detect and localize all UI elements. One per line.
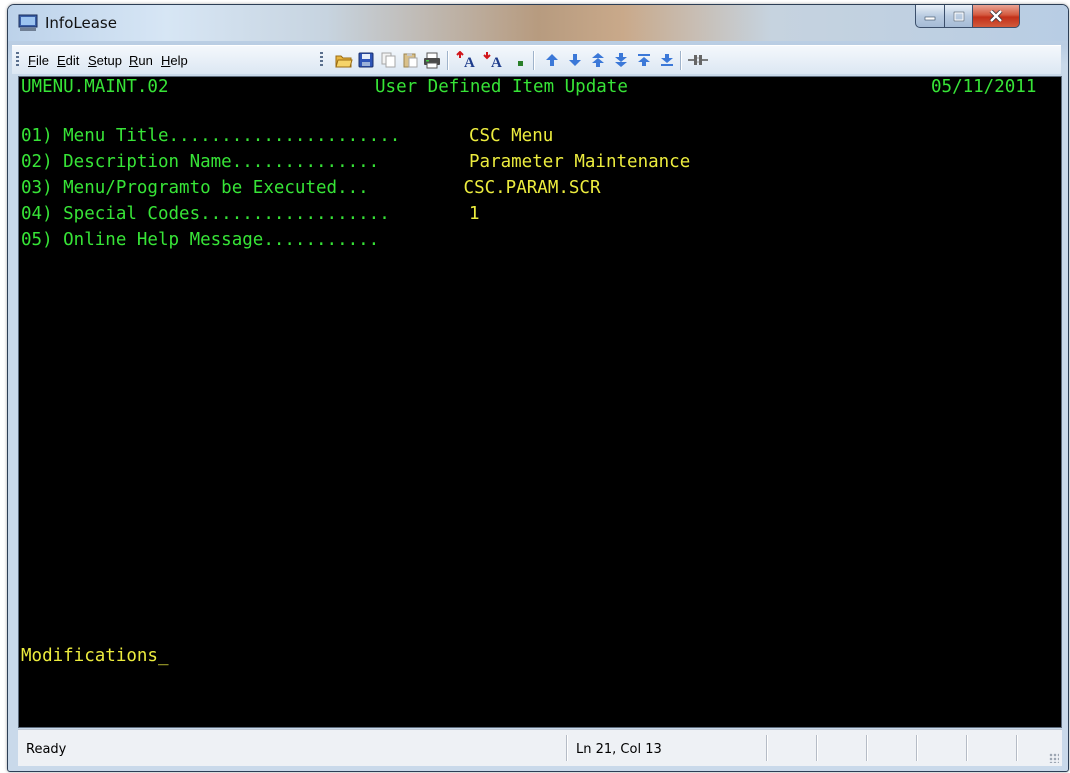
terminal-app-icon[interactable] [18,14,38,32]
field-value: 1 [469,204,480,224]
svg-text:A: A [491,55,502,69]
maximize-button[interactable] [944,5,973,28]
font-smaller-icon[interactable]: A [483,51,505,69]
menu-file[interactable]: File [28,53,49,68]
status-divider [816,735,818,761]
field-value: Parameter Maintenance [469,152,691,172]
menu-setup[interactable]: Setup [88,53,122,68]
status-divider [916,735,918,761]
arrow-up-icon[interactable] [543,51,561,69]
toolbar-separator [680,51,682,70]
disconnect-icon[interactable] [687,51,709,69]
command-prompt[interactable]: Modifications_ [21,647,169,666]
field-label: 03) Menu/Programto be Executed... [21,178,369,198]
cursor-position: Ln 21, Col 13 [576,742,662,757]
small-square-icon[interactable] [511,51,529,69]
arrow-down-icon[interactable] [566,51,584,69]
status-text: Ready [26,742,67,757]
toolbar-separator [533,51,535,70]
field-label: 05) Online Help Message........... [21,230,380,250]
open-icon[interactable] [335,51,353,69]
window-title: InfoLease [45,14,117,32]
app-window: InfoLease File Edit Setup Run Help A A U… [7,4,1069,772]
print-icon[interactable] [423,51,441,69]
field-value: CSC.PARAM.SCR [453,178,601,198]
save-icon[interactable] [357,51,375,69]
screen-id: UMENU.MAINT.02 [21,77,169,97]
resize-grip[interactable] [1049,753,1059,763]
page-down-icon[interactable] [612,51,630,69]
status-divider [1016,735,1018,761]
paste-icon[interactable] [401,51,419,69]
menu-grip[interactable] [16,52,19,68]
menu-run[interactable]: Run [129,53,153,68]
title-bar[interactable]: InfoLease [8,5,1068,41]
page-up-icon[interactable] [589,51,607,69]
status-divider [866,735,868,761]
close-button[interactable] [972,5,1020,28]
menu-help[interactable]: Help [161,53,188,68]
field-label: 01) Menu Title...................... [21,126,401,146]
status-divider [766,735,768,761]
copy-icon[interactable] [379,51,397,69]
svg-text:A: A [464,55,475,69]
screen-title: User Defined Item Update [375,77,628,97]
bottom-icon[interactable] [658,51,676,69]
top-icon[interactable] [635,51,653,69]
status-divider [966,735,968,761]
menu-toolbar: File Edit Setup Run Help A A [12,45,1061,74]
field-label: 02) Description Name.............. [21,152,380,172]
toolbar-separator [447,51,449,70]
font-larger-icon[interactable]: A [456,51,478,69]
field-label: 04) Special Codes.................. [21,204,390,224]
field-value: CSC Menu [469,126,554,146]
screen-date: 05/11/2011 [931,77,1037,97]
menu-edit[interactable]: Edit [57,53,79,68]
minimize-button[interactable] [915,5,945,28]
toolbar-grip[interactable] [320,52,323,68]
status-bar: Ready Ln 21, Col 13 [18,729,1062,766]
status-divider [566,735,568,761]
terminal-screen[interactable]: UMENU.MAINT.02 User Defined Item Update … [18,76,1062,728]
